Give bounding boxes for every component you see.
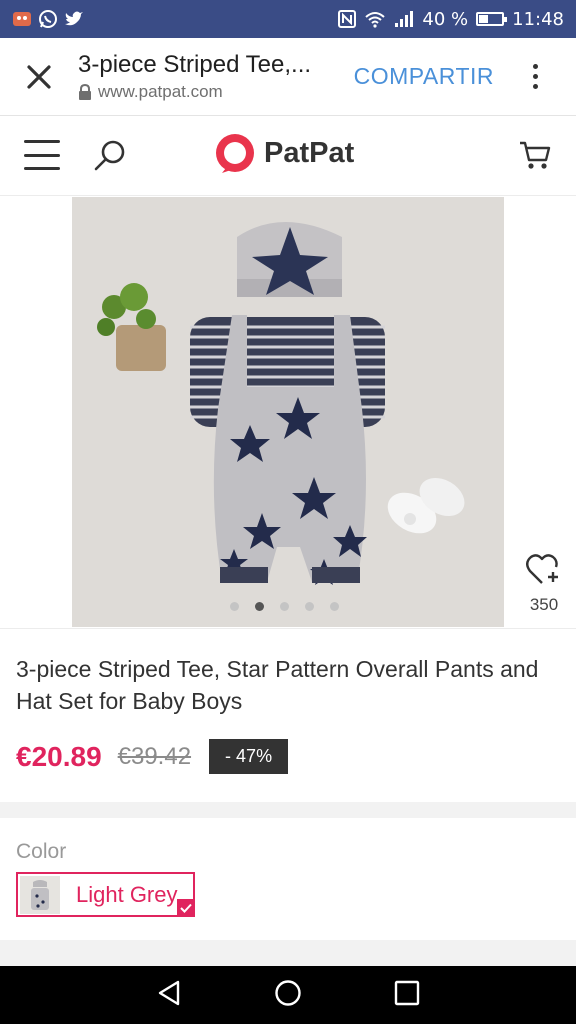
- back-button[interactable]: [156, 979, 182, 1012]
- more-icon-dot: [532, 64, 538, 69]
- more-icon-dot: [532, 84, 538, 89]
- recents-button[interactable]: [394, 980, 420, 1011]
- menu-icon[interactable]: [24, 140, 60, 170]
- pagination-dot[interactable]: [230, 602, 239, 611]
- heart-plus-icon: [526, 554, 558, 584]
- battery-level: [479, 15, 488, 23]
- cart-button[interactable]: [518, 138, 552, 177]
- product-gallery[interactable]: 350: [0, 197, 576, 627]
- battery-icon: [476, 12, 508, 26]
- more-options-button[interactable]: [520, 57, 550, 97]
- current-price: €20.89: [16, 740, 102, 772]
- color-thumbnail: [20, 875, 60, 914]
- pagination-dot[interactable]: [305, 602, 314, 611]
- close-icon: [27, 64, 51, 89]
- patpat-logo-icon: [216, 134, 254, 173]
- search-button[interactable]: [92, 138, 128, 179]
- notification-app-icon: [12, 10, 32, 28]
- product-image[interactable]: [72, 197, 504, 627]
- pagination-dot[interactable]: [280, 602, 289, 611]
- page-title: 3-piece Striped Tee,...: [78, 51, 312, 78]
- checkmark-icon: [177, 899, 195, 917]
- twitter-icon: [64, 10, 84, 28]
- back-triangle-icon: [158, 980, 180, 1005]
- logo-text: PatPat: [264, 136, 355, 169]
- discount-badge: - 47%: [209, 739, 289, 774]
- image-pagination: [230, 602, 339, 611]
- price-row: €20.89 €39.42 - 47%: [16, 739, 560, 774]
- nfc-icon: [338, 10, 357, 28]
- patpat-logo[interactable]: PatPat: [214, 132, 354, 174]
- page-url: www.patpat.com: [78, 82, 354, 102]
- original-price: €39.42: [117, 742, 192, 770]
- search-icon: [94, 140, 125, 171]
- site-navbar: PatPat: [0, 116, 576, 196]
- product-photo: [72, 197, 504, 627]
- home-button[interactable]: [274, 979, 302, 1012]
- wifi-icon: [364, 10, 386, 28]
- close-button[interactable]: [0, 38, 78, 116]
- browser-tab-header: 3-piece Striped Tee,... www.patpat.com C…: [0, 38, 576, 116]
- color-label: Color: [16, 840, 67, 863]
- more-icon-dot: [532, 74, 538, 79]
- clock: 11:48: [512, 8, 564, 30]
- status-bar: 40 % 11:48: [0, 0, 576, 38]
- share-button[interactable]: COMPARTIR: [354, 63, 494, 90]
- battery-percent: 40 %: [422, 8, 469, 30]
- product-info: 3-piece Striped Tee, Star Pattern Overal…: [0, 628, 576, 800]
- pagination-dot[interactable]: [255, 602, 264, 611]
- cart-icon: [520, 141, 551, 169]
- system-navigation-bar: [0, 966, 576, 1024]
- product-title: 3-piece Striped Tee, Star Pattern Overal…: [16, 656, 539, 714]
- color-option-label: Light Grey: [76, 881, 178, 907]
- pagination-dot[interactable]: [330, 602, 339, 611]
- recents-square-icon: [394, 980, 420, 1005]
- color-option-selected[interactable]: Light Grey: [16, 872, 195, 917]
- signal-icon: [394, 10, 414, 28]
- lock-icon: [79, 84, 91, 100]
- home-circle-icon: [275, 979, 301, 1006]
- color-thumbnail-image: [31, 879, 49, 910]
- favorite-count: 350: [529, 595, 559, 614]
- section-divider: [0, 940, 576, 966]
- favorite-button[interactable]: 350: [526, 553, 562, 615]
- whatsapp-icon: [38, 9, 58, 29]
- url-text: www.patpat.com: [98, 82, 223, 101]
- color-selector: Color Light Grey: [0, 818, 576, 940]
- section-divider: [0, 802, 576, 818]
